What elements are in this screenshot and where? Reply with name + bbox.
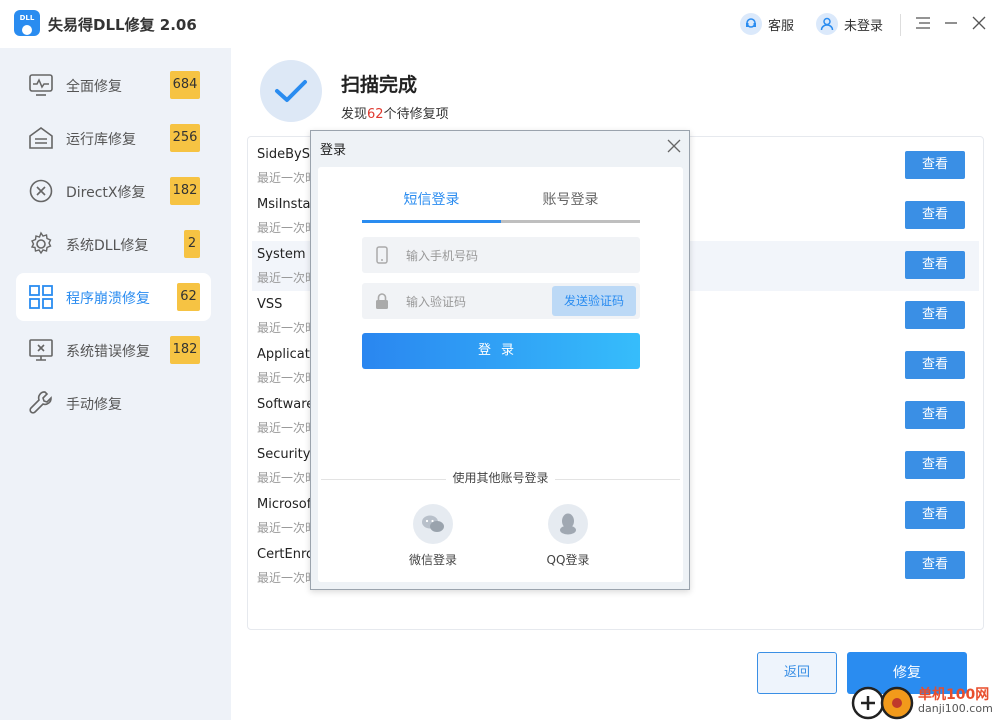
send-code-button[interactable]: 发送验证码 [552, 286, 636, 316]
sidebar-item-label: 系统错误修复 [66, 344, 150, 360]
minimize-button[interactable] [941, 13, 961, 33]
close-button[interactable] [969, 13, 989, 33]
count-badge: 256 [170, 124, 200, 152]
menu-icon [916, 17, 930, 29]
minimize-icon [945, 22, 957, 24]
title-bar: DLL 失易得DLL修复 2.06 客服 未登录 [0, 0, 1000, 48]
view-button[interactable]: 查看 [905, 401, 965, 429]
titlebar-divider [900, 14, 901, 36]
sidebar-item-directx-repair[interactable]: DirectX修复 182 [16, 167, 211, 215]
app-logo-icon: DLL [14, 10, 40, 36]
issue-count: 62 [367, 107, 384, 122]
view-button[interactable]: 查看 [905, 551, 965, 579]
watermark-logo-icon [851, 686, 914, 720]
wechat-login-button[interactable] [413, 504, 453, 544]
app-title: 失易得DLL修复 2.06 [48, 16, 197, 34]
wechat-login-label: 微信登录 [408, 553, 457, 567]
sidebar-item-runtime-repair[interactable]: 运行库修复 256 [16, 114, 211, 162]
gear-icon [30, 231, 52, 255]
view-button[interactable]: 查看 [905, 301, 965, 329]
sidebar-item-manual-repair[interactable]: 手动修复 [16, 379, 211, 427]
menu-button[interactable] [913, 13, 933, 33]
dialog-close-icon[interactable] [665, 137, 683, 155]
scan-title: 扫描完成 [341, 74, 418, 96]
wrench-icon [29, 391, 52, 414]
customer-service-label: 客服 [768, 18, 795, 34]
count-badge: 2 [184, 230, 200, 258]
sidebar-item-label: 运行库修复 [66, 132, 136, 148]
login-dialog: 登录 短信登录 账号登录 输入手机号码 输入验证码 发送验证码 登录 使用其他账… [310, 130, 690, 590]
user-icon [816, 13, 838, 35]
other-login-label: 使用其他账号登录 [318, 469, 683, 486]
dialog-title: 登录 [320, 143, 347, 158]
sidebar-item-label: 手动修复 [66, 397, 122, 413]
view-button[interactable]: 查看 [905, 201, 965, 229]
view-button[interactable]: 查看 [905, 351, 965, 379]
grid-icon [29, 285, 53, 309]
phone-icon [376, 246, 388, 264]
tab-account-login[interactable]: 账号登录 [501, 189, 640, 223]
login-form: 短信登录 账号登录 输入手机号码 输入验证码 发送验证码 登录 使用其他账号登录… [318, 167, 683, 582]
count-badge: 182 [170, 336, 200, 364]
count-badge: 684 [170, 71, 200, 99]
phone-input[interactable]: 输入手机号码 [362, 237, 640, 273]
monitor-x-icon [29, 339, 53, 361]
lock-icon [376, 293, 388, 309]
qq-login-button[interactable] [548, 504, 588, 544]
sidebar-item-full-repair[interactable]: 全面修复 684 [16, 61, 211, 109]
x-circle-icon [29, 179, 53, 203]
qq-login-label: QQ登录 [546, 553, 590, 567]
sidebar-item-label: DirectX修复 [66, 185, 146, 201]
watermark-domain: danji100.com [918, 702, 993, 715]
sidebar-item-system-error-repair[interactable]: 系统错误修复 182 [16, 326, 211, 374]
scan-complete-check-icon [260, 60, 322, 122]
view-button[interactable]: 查看 [905, 501, 965, 529]
code-placeholder: 输入验证码 [406, 295, 467, 309]
item-name: Microsoft [257, 497, 317, 512]
verification-code-input[interactable]: 输入验证码 发送验证码 [362, 283, 640, 319]
qq-icon [560, 513, 576, 535]
headset-icon [740, 13, 762, 35]
sidebar-item-system-dll-repair[interactable]: 系统DLL修复 2 [16, 220, 211, 268]
sidebar-item-label: 全面修复 [66, 79, 122, 95]
sidebar-item-label: 程序崩溃修复 [66, 291, 150, 307]
login-status-label: 未登录 [844, 18, 884, 34]
watermark-site-name: 单机100网 [918, 687, 990, 703]
count-badge: 182 [170, 177, 200, 205]
view-button[interactable]: 查看 [905, 251, 965, 279]
user-login-button[interactable]: 未登录 [816, 12, 883, 36]
login-button[interactable]: 登录 [362, 333, 640, 369]
sidebar-item-crash-repair[interactable]: 程序崩溃修复 62 [16, 273, 211, 321]
library-icon [29, 127, 53, 149]
view-button[interactable]: 查看 [905, 451, 965, 479]
customer-service-button[interactable]: 客服 [740, 12, 794, 36]
wechat-icon [422, 515, 444, 532]
sidebar-item-label: 系统DLL修复 [66, 238, 149, 254]
back-button[interactable]: 返回 [757, 652, 837, 694]
count-badge: 62 [177, 283, 200, 311]
activity-monitor-icon [29, 74, 53, 96]
view-button[interactable]: 查看 [905, 151, 965, 179]
close-icon [972, 16, 986, 30]
scan-summary: 发现62个待修复项 [341, 107, 449, 122]
sidebar: 全面修复 684 运行库修复 256 DirectX修复 182 系统DLL修复… [0, 48, 231, 720]
phone-placeholder: 输入手机号码 [406, 249, 479, 263]
item-name: VSS [257, 297, 283, 312]
tab-sms-login[interactable]: 短信登录 [362, 189, 501, 223]
